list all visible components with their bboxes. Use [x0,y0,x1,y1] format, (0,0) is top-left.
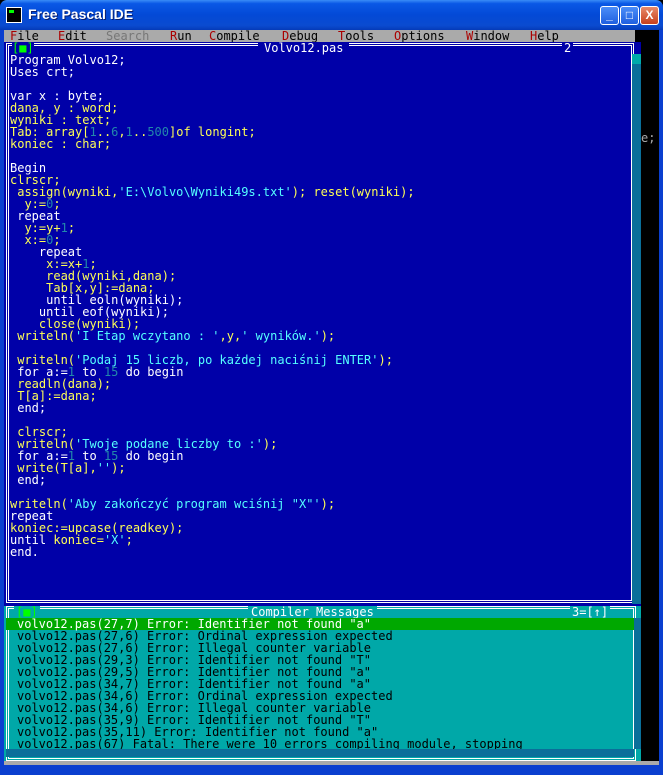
code-line[interactable] [10,150,624,162]
code-line[interactable]: T[a]:=dana; [10,390,624,402]
editor-window-number: 2 [562,41,574,55]
code-line[interactable]: repeat [10,246,624,258]
code-line[interactable]: until koniec='X'; [10,534,624,546]
code-token: 'Aby zakończyć program wciśnij "X"' [67,497,321,511]
code-line[interactable]: assign(wyniki,'E:\Volvo\Wyniki49s.txt');… [10,186,624,198]
code-token: ; [67,221,76,235]
menu-window[interactable]: Window [466,30,509,42]
code-line[interactable]: Program Volvo12; [10,54,624,66]
code-token: ); reset(wyniki); [291,185,415,199]
code-token: Uses crt; [10,65,76,79]
code-token: , [118,125,126,139]
code-token: ); [111,461,126,475]
code-token: writeln( [10,329,76,343]
code-token: ); [320,497,336,511]
editor-window[interactable]: [■] Volvo12.pas 2 Program Volvo12; Uses c… [4,42,641,606]
messages-hscrollbar[interactable] [6,749,634,757]
editor-scrollbar[interactable] [632,54,641,604]
code-token: 1 [125,125,133,139]
code-line[interactable]: repeat [10,210,624,222]
console-screen: File Edit Search Run Compile Debug Tools Option… [4,30,659,765]
right-strip-text: e; [641,131,656,145]
minimize-button[interactable]: _ [600,6,619,25]
menu-edit[interactable]: Edit [58,30,87,42]
code-token: ); [378,353,393,367]
code-line[interactable]: x:=0; [10,234,624,246]
code-token: 'E:\Volvo\Wyniki49s.txt' [118,185,292,199]
maximize-button[interactable]: □ [620,6,639,25]
compiler-messages-window[interactable]: [■] Compiler Messages 3=[↑] volvo12.pas(… [4,606,641,761]
code-line[interactable]: y:=0; [10,198,624,210]
code-token: ,y, [219,329,242,343]
code-line[interactable]: koniec : char; [10,138,624,150]
code-token: .. [132,125,148,139]
code-line[interactable]: end; [10,402,624,414]
code-line[interactable]: y:=y+1; [10,222,624,234]
menu-compile[interactable]: Compile [209,30,260,42]
messages-vscrollbar[interactable] [634,618,641,749]
code-token: ); [262,437,278,451]
right-strip: e; [641,42,659,606]
code-token: koniec : char; [10,137,112,151]
menu-help[interactable]: Help [530,30,559,42]
app-icon [6,7,22,23]
code-line[interactable]: writeln('Aby zakończyć program wciśnij "… [10,498,624,510]
menu-search[interactable]: Search [106,30,149,42]
scroll-thumb[interactable] [632,54,641,64]
code-line[interactable]: Uses crt; [10,66,624,78]
code-token: ' wyników.' [241,329,321,343]
status-bar [4,761,659,765]
code-token: end; [10,473,47,487]
code-token: koniec= [53,533,104,547]
messages-list[interactable]: volvo12.pas(27,7) Error: Identifier not … [6,618,634,750]
code-line[interactable]: end. [10,546,624,558]
editor-title: Volvo12.pas [258,42,350,54]
code-token: 'X' [103,533,126,547]
code-token: 1 [60,221,68,235]
menu-options[interactable]: Options [394,30,445,42]
code-token: do begin [118,449,184,463]
close-button[interactable]: X [640,6,659,25]
code-token: ]of longint; [169,125,256,139]
code-line[interactable]: Begin [10,162,624,174]
code-token: 500 [147,125,170,139]
window-title: Free Pascal IDE [28,6,134,22]
code-line[interactable]: writeln('I Etap wczytano : ',y,' wyników… [10,330,624,342]
code-token: do begin [118,365,184,379]
menu-tools[interactable]: Tools [338,30,374,42]
messages-window-number[interactable]: 3=[↑] [570,606,611,618]
code-area[interactable]: Program Volvo12; Uses crt; var x : byte; da… [10,54,624,558]
code-line[interactable]: readln(dana); [10,378,624,390]
code-token: 'I Etap wczytano : ' [75,329,220,343]
menu-run[interactable]: Run [170,30,192,42]
code-token: ; [125,533,133,547]
code-line[interactable]: end; [10,474,624,486]
code-line[interactable]: write(T[a],''); [10,462,624,474]
code-token: '' [96,461,112,475]
code-token: end; [10,401,47,415]
code-line[interactable] [10,414,624,426]
title-bar[interactable]: Free Pascal IDE _ □ X [0,0,663,30]
code-token: ); [320,329,336,343]
code-token: end. [10,545,39,559]
